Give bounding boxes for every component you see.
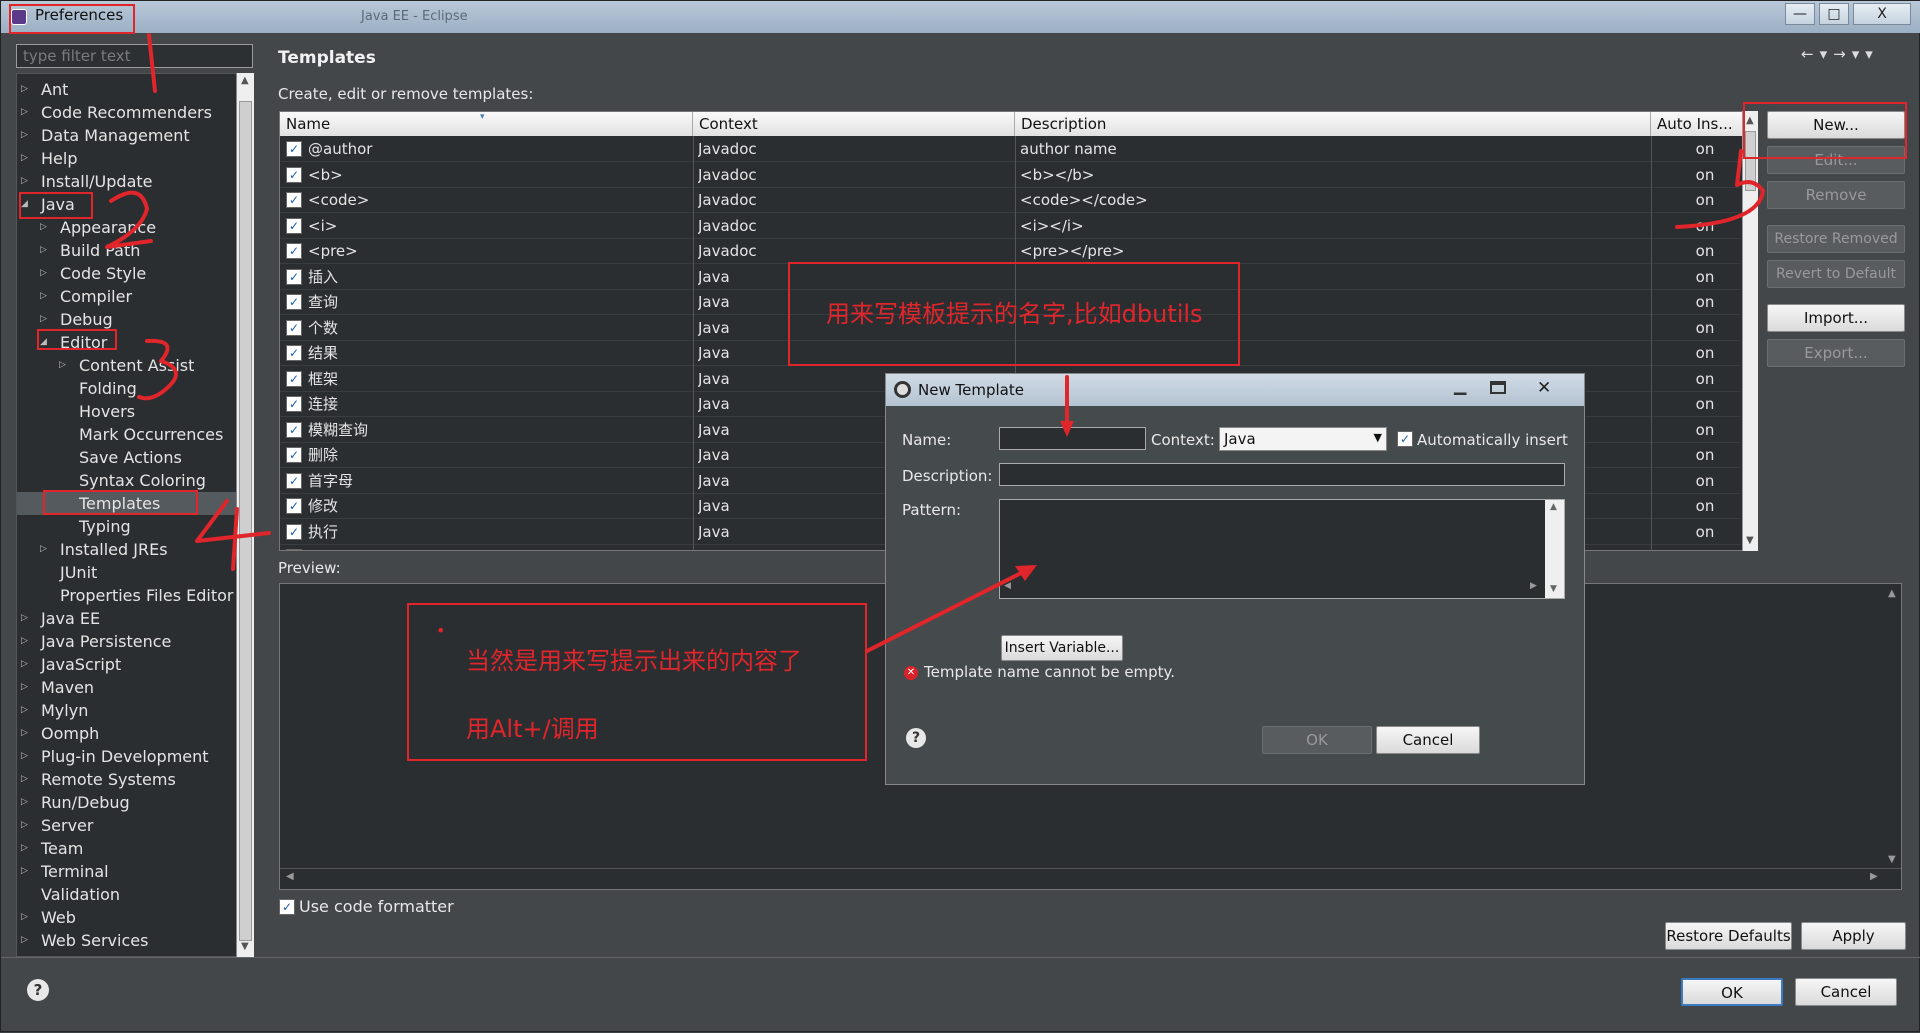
annotation-strokes [105, 33, 1765, 653]
arrow-to-name-head [1060, 421, 1074, 437]
handwritten-five [1675, 149, 1765, 229]
handwritten-one [147, 33, 157, 93]
handwritten-two [105, 190, 153, 249]
arrow-to-pattern-shaft [865, 567, 1031, 653]
handwritten-four [195, 499, 271, 571]
handwritten-three [137, 338, 178, 401]
preferences-window: Preferences Java EE - Eclipse — □ X type… [0, 0, 1920, 1032]
